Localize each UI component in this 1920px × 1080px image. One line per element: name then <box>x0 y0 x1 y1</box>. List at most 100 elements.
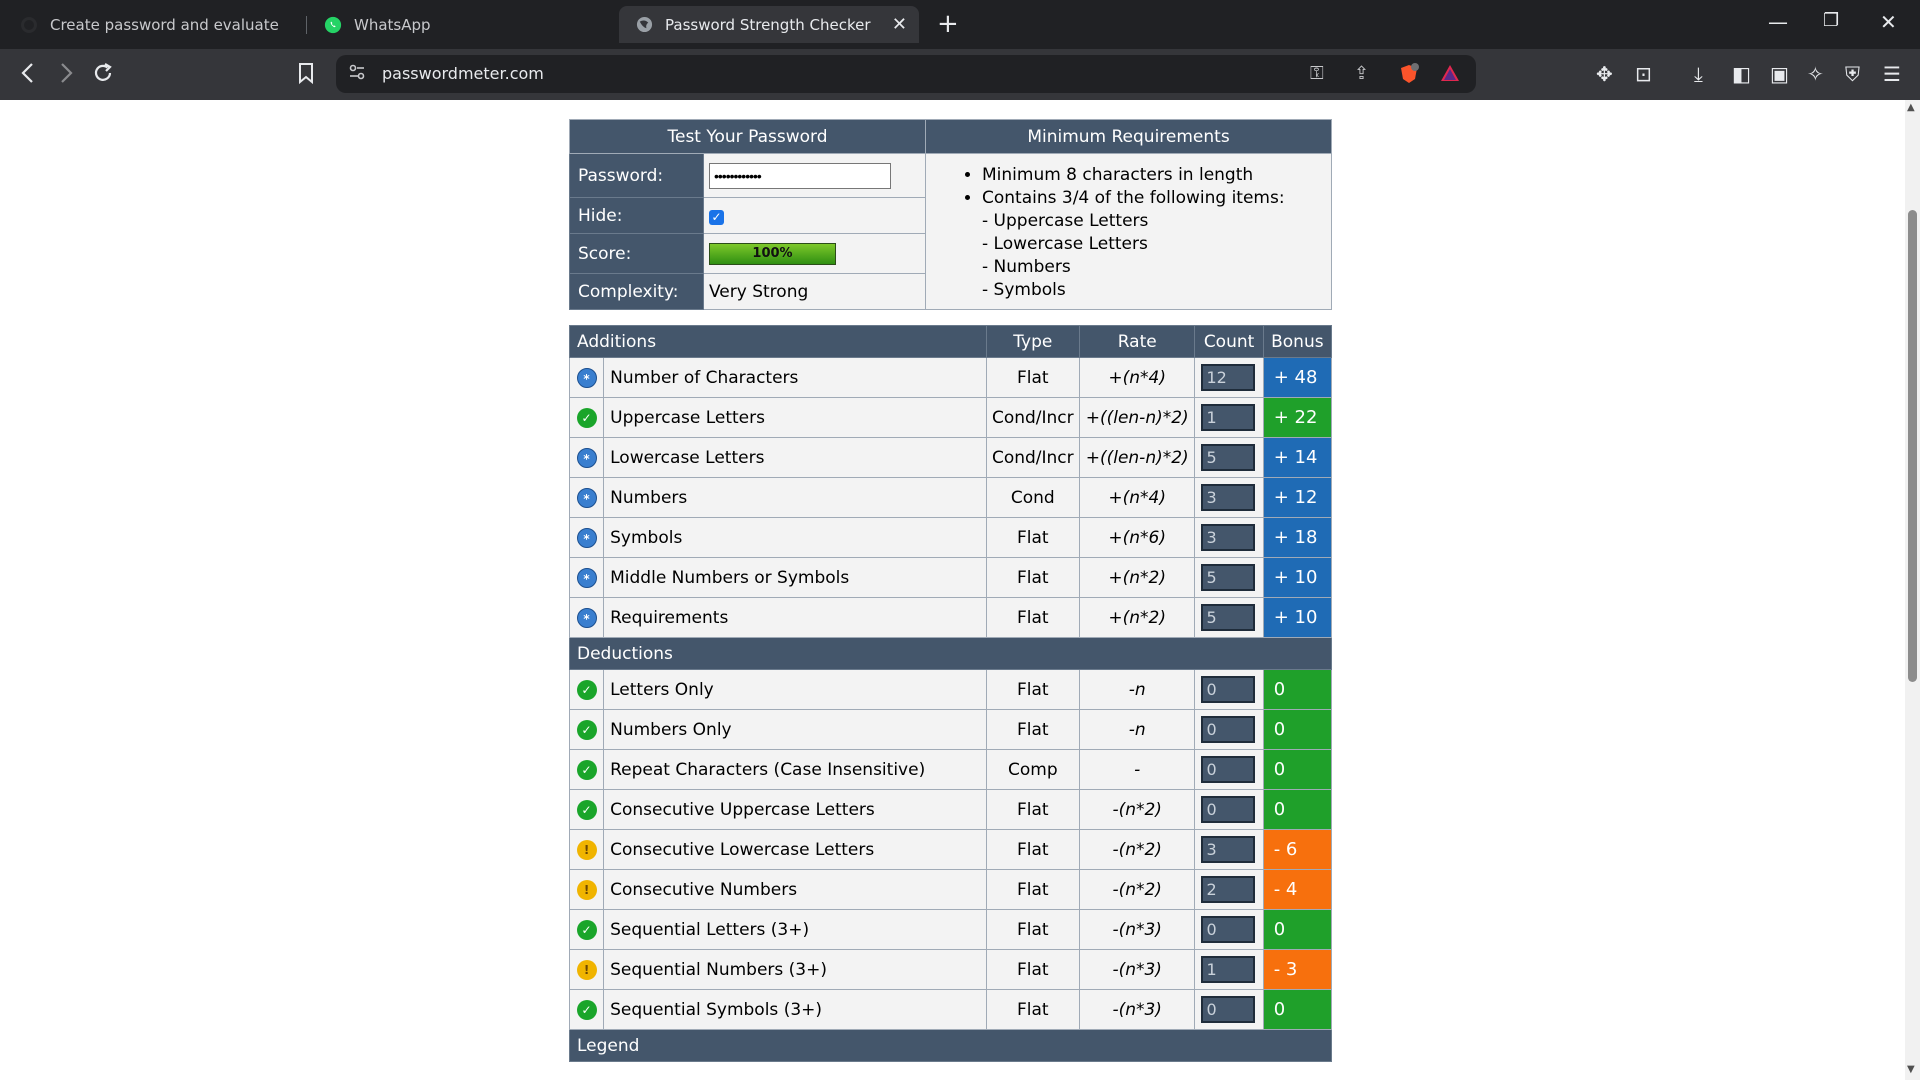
criterion-name: Lowercase Letters <box>603 437 987 478</box>
warning-icon: ! <box>576 880 597 900</box>
criterion-rate: -(n*3) <box>1078 909 1196 950</box>
count-cell: 5 <box>1194 557 1264 598</box>
table-row: * Number of Characters Flat +(n*4) 12 + 48 <box>568 357 1333 398</box>
globe-icon <box>635 16 653 34</box>
criterion-name: Consecutive Uppercase Letters <box>603 789 987 830</box>
criterion-rate: +(n*4) <box>1078 357 1196 398</box>
criterion-type: Flat <box>985 949 1080 990</box>
star-icon: * <box>576 567 597 588</box>
scroll-up-icon[interactable]: ▲ <box>1907 102 1915 113</box>
vpn-icon[interactable]: ⛨ <box>1845 62 1860 86</box>
count-field: 3 <box>1201 836 1256 863</box>
screenshot-icon[interactable]: ⊡ <box>1635 62 1652 86</box>
check-icon: ✓ <box>576 720 597 740</box>
criterion-name: Sequential Symbols (3+) <box>603 989 987 1030</box>
requirements-header: Minimum Requirements <box>925 119 1332 154</box>
status-cell: ✓ <box>568 909 605 950</box>
tab-create-password[interactable]: Create password and evaluate <box>12 6 302 43</box>
scroll-down-icon[interactable]: ▼ <box>1907 1064 1915 1075</box>
count-field: 5 <box>1201 444 1256 471</box>
page-scrollbar[interactable]: ▲ ▼ <box>1905 100 1920 1080</box>
close-window-icon[interactable]: ✕ <box>1880 10 1897 34</box>
criterion-name: Repeat Characters (Case Insensitive) <box>603 749 987 790</box>
bonus-value: 0 <box>1262 989 1333 1030</box>
menu-icon[interactable]: ☰ <box>1883 62 1901 86</box>
star-icon: * <box>576 367 597 388</box>
bonus-value: 0 <box>1262 709 1333 750</box>
star-icon: * <box>576 607 597 628</box>
criterion-name: Number of Characters <box>603 357 987 398</box>
criterion-name: Consecutive Numbers <box>603 869 987 910</box>
password-cell <box>703 153 926 198</box>
address-bar[interactable]: passwordmeter.com ⚿ ⇪ <box>336 55 1476 93</box>
password-input[interactable] <box>709 162 891 189</box>
criterion-name: Consecutive Lowercase Letters <box>603 829 987 870</box>
requirement-subitem: - Symbols <box>982 280 1066 300</box>
requirement-subitem: - Lowercase Letters <box>982 234 1148 254</box>
status-cell: * <box>568 557 605 598</box>
table-row: * Numbers Cond +(n*4) 3 + 12 <box>568 477 1333 518</box>
status-cell: ✓ <box>568 749 605 790</box>
bonus-value: 0 <box>1262 789 1333 830</box>
site-settings-icon[interactable] <box>348 63 366 86</box>
close-tab-icon[interactable]: ✕ <box>892 14 907 35</box>
wallet-icon[interactable]: ▣ <box>1770 62 1789 86</box>
scrollbar-thumb[interactable] <box>1908 210 1917 682</box>
count-field: 1 <box>1201 404 1256 431</box>
criterion-rate: -(n*2) <box>1078 789 1196 830</box>
count-cell: 12 <box>1194 357 1264 398</box>
star-icon: * <box>576 487 597 508</box>
table-row: ✓ Uppercase Letters Cond/Incr +((len-n)*2) 1… <box>568 397 1333 438</box>
hide-label: Hide: <box>569 197 704 234</box>
restore-icon[interactable]: ❐ <box>1823 10 1839 31</box>
tab-whatsapp[interactable]: WhatsApp <box>316 6 606 43</box>
bonus-value: + 10 <box>1262 557 1333 598</box>
criterion-rate: -n <box>1078 669 1196 710</box>
bookmark-icon[interactable] <box>297 61 315 92</box>
reload-icon[interactable] <box>91 61 115 92</box>
minimize-icon[interactable]: — <box>1768 10 1788 34</box>
brave-shields-icon[interactable] <box>1398 63 1420 90</box>
criterion-type: Flat <box>985 709 1080 750</box>
brave-rewards-icon[interactable] <box>1440 63 1460 88</box>
criterion-rate: +(n*4) <box>1078 477 1196 518</box>
downloads-icon[interactable]: ⤓ <box>1694 62 1703 86</box>
criterion-rate: -n <box>1078 709 1196 750</box>
check-icon: ✓ <box>576 408 597 428</box>
extensions-icon[interactable]: ✥ <box>1596 62 1613 86</box>
sidebar-icon[interactable]: ◧ <box>1732 62 1751 86</box>
status-cell: * <box>568 597 605 638</box>
count-field: 12 <box>1201 364 1256 391</box>
table-row: ✓ Numbers Only Flat -n 0 0 <box>568 709 1333 750</box>
criterion-type: Flat <box>985 869 1080 910</box>
browser-toolbar: passwordmeter.com ⚿ ⇪ ✥ ⊡ ⤓ ◧ ▣ ✧ ⛨ ☰ <box>0 49 1920 100</box>
criterion-name: Letters Only <box>603 669 987 710</box>
criterion-type: Flat <box>985 557 1080 598</box>
bonus-column-header: Bonus <box>1262 325 1333 358</box>
type-column-header: Type <box>985 325 1080 358</box>
count-cell: 5 <box>1194 437 1264 478</box>
legend-header: Legend <box>569 1029 1332 1062</box>
new-tab-button[interactable]: + <box>937 10 959 38</box>
leo-ai-icon[interactable]: ✧ <box>1807 62 1824 86</box>
rate-column-header: Rate <box>1078 325 1196 358</box>
bonus-value: + 12 <box>1262 477 1333 518</box>
criterion-rate: +(n*6) <box>1078 517 1196 558</box>
count-cell: 3 <box>1194 829 1264 870</box>
tab-password-strength-checker[interactable]: Password Strength Checker ✕ <box>619 6 919 43</box>
status-cell: * <box>568 437 605 478</box>
share-icon[interactable]: ⇪ <box>1354 63 1369 84</box>
star-icon: * <box>576 527 597 548</box>
tab-strip: Create password and evaluate WhatsApp Pa… <box>0 0 1920 49</box>
count-cell: 3 <box>1194 517 1264 558</box>
status-cell: * <box>568 517 605 558</box>
tab-label: WhatsApp <box>354 15 431 34</box>
score-cell: 100% <box>703 233 926 274</box>
count-cell: 0 <box>1194 669 1264 710</box>
back-icon[interactable] <box>19 61 39 92</box>
forward-icon[interactable] <box>56 61 76 92</box>
hide-checkbox[interactable]: ✓ <box>709 209 724 225</box>
criterion-rate: - <box>1078 749 1196 790</box>
count-field: 0 <box>1201 716 1256 743</box>
key-icon[interactable]: ⚿ <box>1310 63 1324 84</box>
